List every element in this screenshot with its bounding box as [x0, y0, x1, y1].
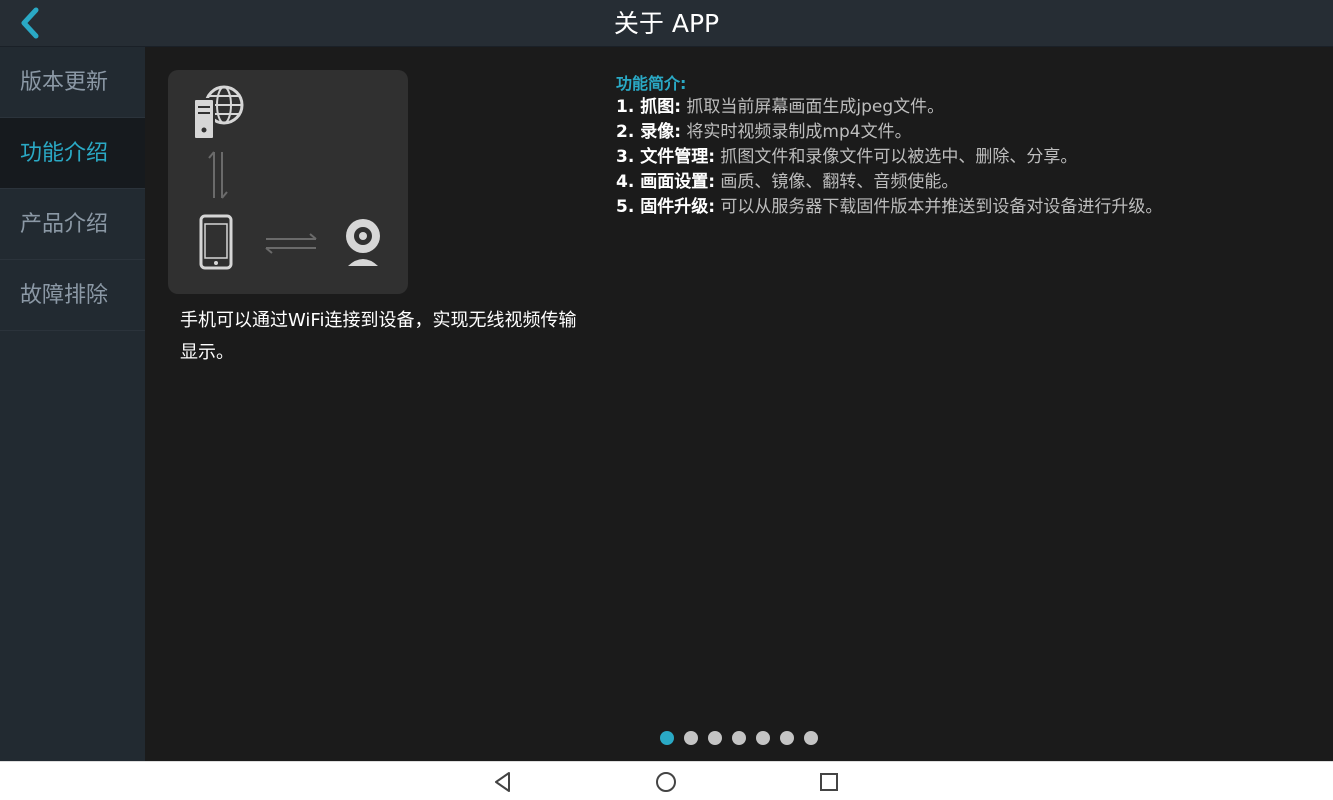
server-globe-icon: [193, 85, 244, 140]
nav-back-button[interactable]: [490, 769, 516, 795]
recents-square-icon: [820, 773, 838, 791]
sidebar-item-troubleshooting[interactable]: 故障排除: [0, 260, 145, 331]
nav-home-button[interactable]: [653, 769, 679, 795]
page-dot[interactable]: [660, 731, 674, 745]
phone-icon: [199, 214, 233, 270]
vertical-arrows-icon: [208, 151, 228, 199]
page-dot[interactable]: [756, 731, 770, 745]
feature-intro-title: 功能简介:: [616, 74, 687, 93]
feature-row-file-management: 3. 文件管理: 抓图文件和录像文件可以被选中、删除、分享。: [616, 147, 1078, 167]
home-circle-icon: [656, 772, 676, 792]
page-indicator: [660, 731, 818, 745]
system-navigation-bar: [0, 761, 1333, 800]
feature-row-firmware-upgrade: 5. 固件升级: 可以从服务器下载固件版本并推送到设备对设备进行升级。: [616, 197, 1163, 217]
sidebar-item-product-intro[interactable]: 产品介绍: [0, 189, 145, 260]
webcam-icon: [346, 219, 380, 266]
page-title: 关于 APP: [613, 9, 720, 38]
page-dot[interactable]: [684, 731, 698, 745]
main-content: 手机可以通过WiFi连接到设备，实现无线视频传输显示。 功能简介: 1. 抓图:…: [145, 47, 1333, 761]
sidebar-item-feature-intro[interactable]: 功能介绍: [0, 118, 145, 189]
feature-intro: 功能简介: 1. 抓图: 抓取当前屏幕画面生成jpeg文件。 2. 录像: 将实…: [616, 73, 1316, 220]
page-dot[interactable]: [804, 731, 818, 745]
wifi-connection-illustration: [168, 70, 408, 294]
page-dot[interactable]: [732, 731, 746, 745]
illustration-caption: 手机可以通过WiFi连接到设备，实现无线视频传输显示。: [180, 310, 577, 363]
feature-row-recording: 2. 录像: 将实时视频录制成mp4文件。: [616, 122, 912, 142]
app-header: 关于 APP: [0, 0, 1333, 47]
sidebar-item-version-update[interactable]: 版本更新: [0, 47, 145, 118]
page-dot[interactable]: [708, 731, 722, 745]
feature-row-picture-settings: 4. 画面设置: 画质、镜像、翻转、音频使能。: [616, 172, 959, 192]
back-triangle-icon: [495, 772, 510, 792]
horizontal-arrows-icon: [265, 233, 317, 254]
nav-recents-button[interactable]: [816, 769, 842, 795]
sidebar: 版本更新 功能介绍 产品介绍 故障排除: [0, 47, 145, 761]
page-dot[interactable]: [780, 731, 794, 745]
feature-row-screenshot: 1. 抓图: 抓取当前屏幕画面生成jpeg文件。: [616, 97, 945, 117]
